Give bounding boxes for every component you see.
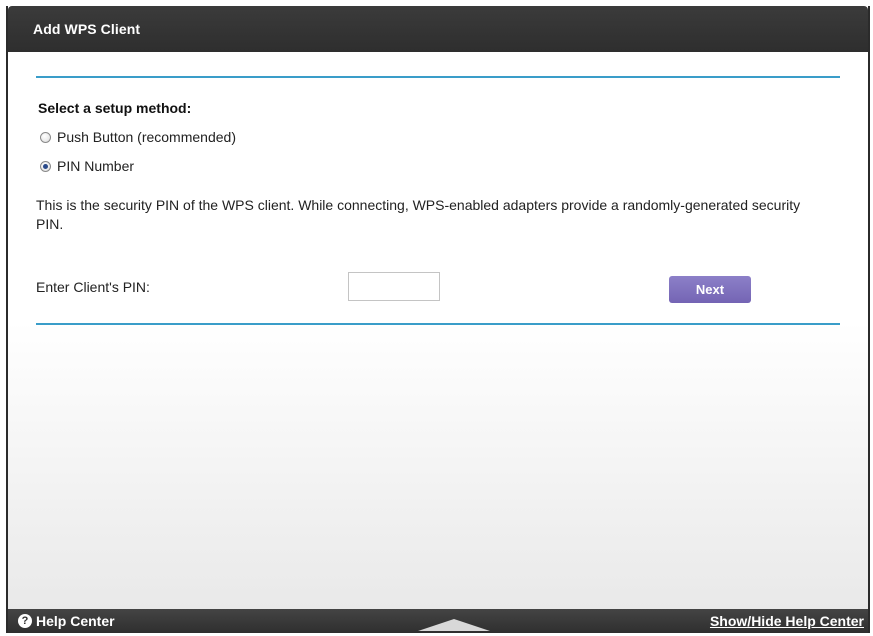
footer-bar: ? Help Center Show/Hide Help Center [8, 609, 868, 633]
title-bar: Add WPS Client [8, 6, 868, 52]
help-center-link[interactable]: ? Help Center [18, 613, 115, 629]
top-divider [36, 76, 840, 78]
radio-pin-number-control[interactable] [40, 160, 51, 172]
radio-push-button[interactable]: Push Button (recommended) [40, 127, 236, 147]
next-button[interactable]: Next [669, 276, 751, 303]
client-pin-input[interactable] [348, 272, 440, 301]
setup-method-heading: Select a setup method: [38, 100, 192, 116]
radio-pin-number-label: PIN Number [57, 158, 135, 174]
radio-pin-number[interactable]: PIN Number [40, 156, 134, 176]
help-circle-icon: ? [18, 614, 32, 628]
pin-description: This is the security PIN of the WPS clie… [36, 197, 801, 232]
dialog-content: Select a setup method: Push Button (reco… [8, 52, 868, 609]
dialog-title: Add WPS Client [33, 21, 141, 37]
radio-push-button-control[interactable] [40, 131, 51, 143]
radio-push-button-label: Push Button (recommended) [57, 129, 236, 145]
client-pin-label: Enter Client's PIN: [36, 279, 150, 295]
triangle-up-icon[interactable] [418, 619, 490, 631]
help-center-label: Help Center [36, 613, 115, 629]
show-hide-help-link[interactable]: Show/Hide Help Center [710, 613, 864, 629]
wps-dialog: Add WPS Client Select a setup method: Pu… [6, 6, 870, 633]
bottom-divider [36, 323, 840, 325]
